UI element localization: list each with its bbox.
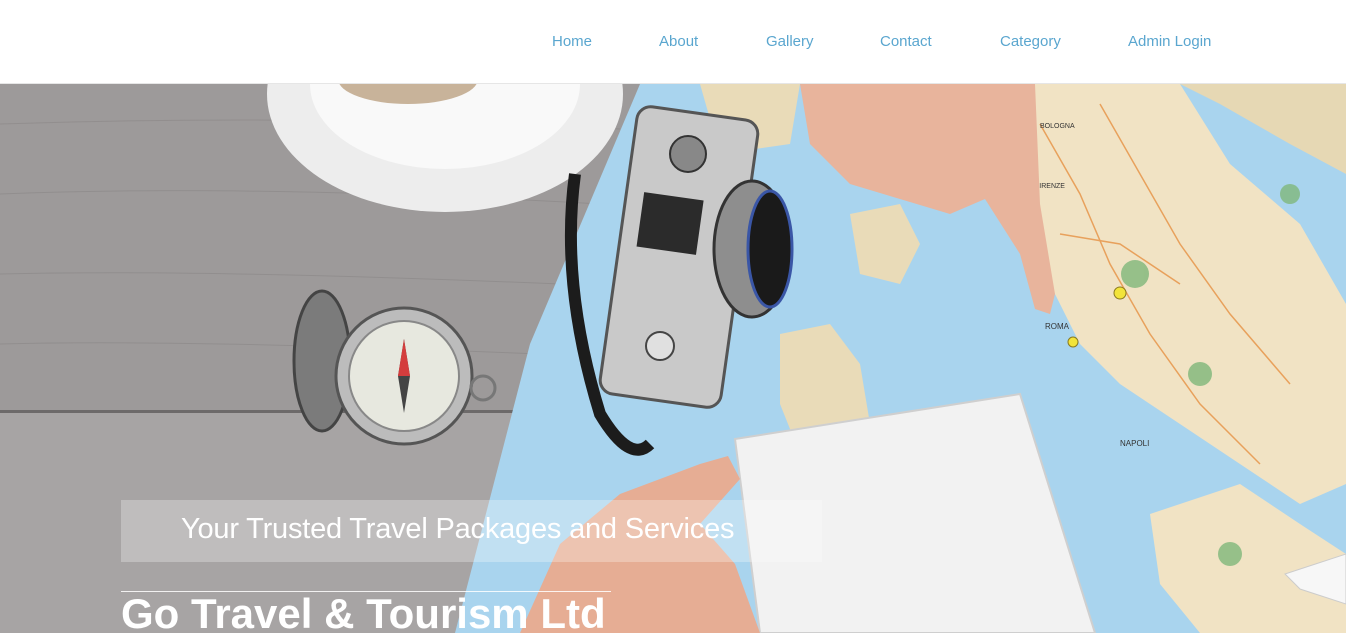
nav-admin-login-link[interactable]: Admin Login xyxy=(1128,33,1211,50)
nav-about-link[interactable]: About xyxy=(659,33,698,50)
nav-home-link[interactable]: Home xyxy=(552,33,592,50)
nav-menu: Home About Gallery Contact Category Admi… xyxy=(0,0,1346,84)
hero-banner: ROMA NAPOLI FIRENZE BOLOGNA Your Trusted… xyxy=(0,84,1346,633)
nav-contact-link[interactable]: Contact xyxy=(880,33,932,50)
hero-tagline: Your Trusted Travel Packages and Service… xyxy=(181,513,735,545)
brand-title: Go Travel & Tourism Ltd xyxy=(121,590,606,633)
nav-gallery-link[interactable]: Gallery xyxy=(766,33,814,50)
nav-category-link[interactable]: Category xyxy=(1000,33,1061,50)
hero-overlay: Your Trusted Travel Packages and Service… xyxy=(0,84,1346,633)
top-navbar: Home About Gallery Contact Category Admi… xyxy=(0,0,1346,84)
